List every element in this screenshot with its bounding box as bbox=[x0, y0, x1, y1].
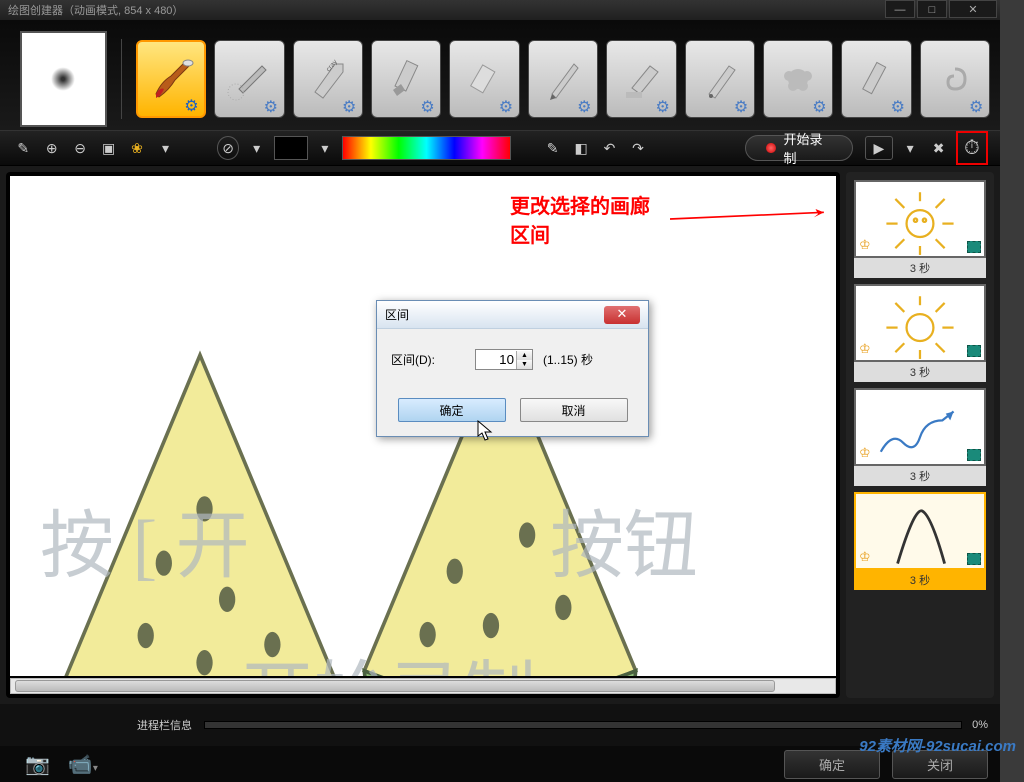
dropdown-icon[interactable]: ▾ bbox=[245, 136, 267, 160]
footer-bar: 📷 📹▾ 确定 关闭 bbox=[0, 746, 1000, 782]
frame-item[interactable]: ♔ 3 秒 bbox=[854, 180, 986, 278]
app-title: 绘图创建器（动画模式, 854 x 480） bbox=[8, 2, 183, 18]
zoom-out-icon[interactable]: ⊖ bbox=[69, 136, 91, 160]
frame-item[interactable]: ♔ 3 秒 bbox=[854, 284, 986, 382]
dropdown-icon[interactable]: ▾ bbox=[314, 136, 336, 160]
gear-icon: ⚙ bbox=[499, 97, 515, 113]
frames-panel: ♔ 3 秒 ♔ 3 秒 ♔ 3 秒 ♔ 3 秒 bbox=[846, 172, 994, 698]
camcorder-icon[interactable]: 📹▾ bbox=[68, 752, 98, 777]
color-spectrum[interactable] bbox=[342, 136, 511, 160]
minimize-button[interactable]: — bbox=[885, 0, 915, 18]
gear-icon: ⚙ bbox=[891, 97, 907, 113]
crown-icon: ♔ bbox=[859, 341, 871, 357]
tool-spiral[interactable]: ⚙ bbox=[920, 40, 990, 118]
annotation-callout: 更改选择的画廊区间 bbox=[510, 190, 836, 248]
frame-duration: 3 秒 bbox=[854, 466, 986, 486]
dialog-close-button[interactable]: ✕ bbox=[604, 306, 640, 324]
gear-icon: ⚙ bbox=[184, 96, 200, 112]
camera-icon[interactable]: 📷 bbox=[25, 752, 50, 777]
tool-pencil[interactable]: ⚙ bbox=[528, 40, 598, 118]
dialog-ok-button[interactable]: 确定 bbox=[398, 398, 506, 422]
progress-percent: 0% bbox=[972, 719, 988, 731]
redo-icon[interactable]: ↷ bbox=[627, 136, 649, 160]
gear-icon: ⚙ bbox=[577, 97, 593, 113]
brush-preview bbox=[20, 31, 107, 127]
zoom-in-icon[interactable]: ⊕ bbox=[40, 136, 62, 160]
gear-icon: ⚙ bbox=[420, 97, 436, 113]
gear-icon: ⚙ bbox=[656, 97, 672, 113]
film-icon bbox=[967, 241, 981, 253]
watermark: 92素材网-92sucai.com bbox=[859, 735, 1016, 756]
film-icon bbox=[967, 345, 981, 357]
dialog-title: 区间 bbox=[385, 306, 409, 323]
film-icon bbox=[967, 553, 981, 565]
dialog-cancel-button[interactable]: 取消 bbox=[520, 398, 628, 422]
record-label: 开始录制 bbox=[784, 129, 832, 167]
progress-bar bbox=[204, 721, 962, 729]
flower-icon[interactable]: ❀ bbox=[126, 136, 148, 160]
tool-chalk[interactable]: ⚙ bbox=[449, 40, 519, 118]
horizontal-scrollbar[interactable] bbox=[10, 678, 836, 694]
dropdown-icon[interactable]: ▾ bbox=[154, 136, 176, 160]
status-bar: 进程栏信息 0% bbox=[0, 704, 1000, 746]
tool-airbrush[interactable]: ⚙ bbox=[214, 40, 284, 118]
interval-spinner[interactable]: ▲▼ bbox=[475, 349, 533, 370]
tool-marker[interactable]: ⚙ bbox=[371, 40, 441, 118]
record-button[interactable]: 开始录制 bbox=[745, 135, 853, 161]
gear-icon: ⚙ bbox=[812, 97, 828, 113]
ghost-text: 按 [ 开 bbox=[40, 486, 250, 593]
no-color-icon[interactable]: ⊘ bbox=[217, 136, 240, 160]
ghost-text: 开始录制 bbox=[240, 636, 536, 676]
frame-duration: 3 秒 bbox=[854, 570, 986, 590]
control-strip: ✎ ⊕ ⊖ ▣ ❀ ▾ ⊘ ▾ ▾ ✎ ◧ ↶ ↷ 开始录制 ▶ ▾ ✖ ⏱ bbox=[0, 130, 1000, 166]
gear-icon: ⚙ bbox=[264, 97, 280, 113]
interval-input[interactable] bbox=[476, 350, 516, 369]
spin-down-icon[interactable]: ▼ bbox=[517, 360, 532, 369]
mouse-cursor bbox=[477, 420, 495, 442]
dropdown-icon[interactable]: ▾ bbox=[899, 136, 921, 160]
gear-icon: ⚙ bbox=[969, 97, 985, 113]
tool-paintbrush[interactable]: ⚙ bbox=[136, 40, 207, 118]
interval-label: 区间(D): bbox=[391, 351, 435, 368]
eyedropper-icon[interactable]: ✎ bbox=[541, 136, 563, 160]
frame-duration: 3 秒 bbox=[854, 258, 986, 278]
edit-tool-icon[interactable]: ✎ bbox=[12, 136, 34, 160]
frame-item[interactable]: ♔ 3 秒 bbox=[854, 492, 986, 590]
crown-icon: ♔ bbox=[859, 549, 871, 565]
progress-label: 进程栏信息 bbox=[137, 717, 192, 733]
tool-pastel[interactable]: ⚙ bbox=[841, 40, 911, 118]
crown-icon: ♔ bbox=[859, 237, 871, 253]
color-swatch[interactable] bbox=[274, 136, 308, 160]
frame-duration: 3 秒 bbox=[854, 362, 986, 382]
tool-pen[interactable]: ⚙ bbox=[685, 40, 755, 118]
tool-toolbar: ⚙ ⚙ cray⚙ ⚙ ⚙ ⚙ ⚙ ⚙ ⚙ ⚙ ⚙ bbox=[0, 20, 1000, 130]
tool-crayon[interactable]: cray⚙ bbox=[293, 40, 363, 118]
interval-button[interactable]: ⏱ bbox=[956, 131, 988, 165]
frame-item[interactable]: ♔ 3 秒 bbox=[854, 388, 986, 486]
tool-stamp[interactable]: ⚙ bbox=[763, 40, 833, 118]
gear-icon: ⚙ bbox=[734, 97, 750, 113]
play-icon[interactable]: ▶ bbox=[865, 136, 893, 160]
film-icon bbox=[967, 449, 981, 461]
delete-icon[interactable]: ✖ bbox=[927, 136, 949, 160]
undo-icon[interactable]: ↶ bbox=[598, 136, 620, 160]
eraser-icon[interactable]: ◧ bbox=[570, 136, 592, 160]
tool-highlighter[interactable]: ⚙ bbox=[606, 40, 676, 118]
interval-dialog: 区间 ✕ 区间(D): ▲▼ (1..15) 秒 确定 取消 bbox=[376, 300, 649, 437]
gear-icon: ⚙ bbox=[342, 97, 358, 113]
maximize-button[interactable]: □ bbox=[917, 0, 947, 18]
crown-icon: ♔ bbox=[859, 445, 871, 461]
titlebar: 绘图创建器（动画模式, 854 x 480） — □ ✕ bbox=[0, 0, 1000, 20]
app-window: 绘图创建器（动画模式, 854 x 480） — □ ✕ ⚙ ⚙ cray⚙ ⚙… bbox=[0, 0, 1000, 746]
ghost-text: 按钮 bbox=[550, 486, 698, 593]
spin-up-icon[interactable]: ▲ bbox=[517, 351, 532, 360]
record-dot-icon bbox=[766, 143, 775, 153]
window-close-button[interactable]: ✕ bbox=[949, 0, 997, 18]
fit-icon[interactable]: ▣ bbox=[97, 136, 119, 160]
interval-range: (1..15) 秒 bbox=[543, 351, 593, 368]
